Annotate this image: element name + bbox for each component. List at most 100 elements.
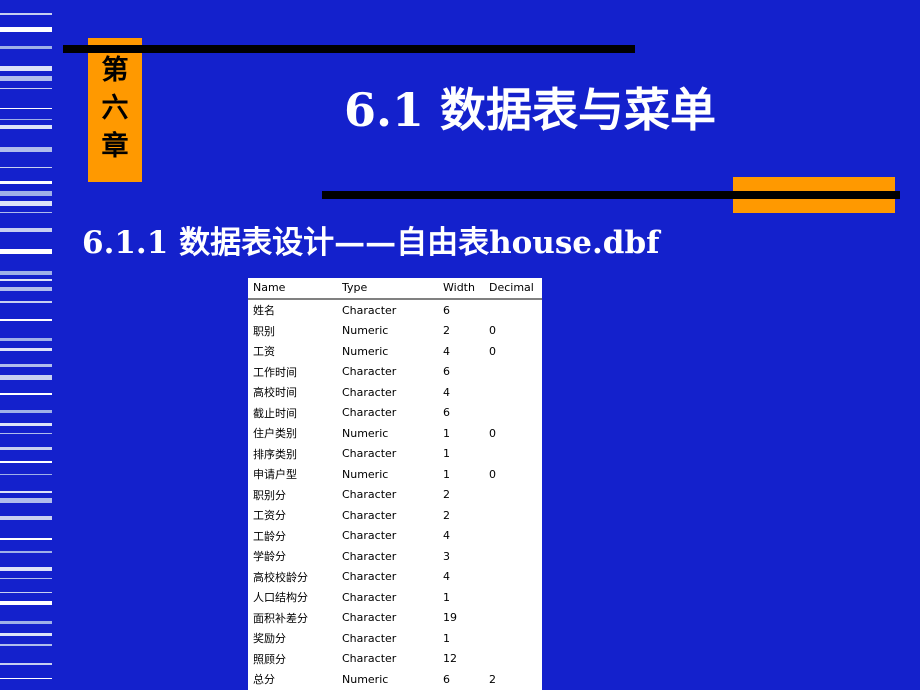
field-width-cell: 6 xyxy=(443,672,450,686)
field-name-cell: 职别 xyxy=(253,324,275,338)
table-body: 姓名 Character 6 职别 Numeric 2 0 工资 Numeric 4 0 工作时间 Ch… xyxy=(248,299,542,690)
field-width-cell: 4 xyxy=(443,344,450,358)
table-row[interactable]: 高校时间 Character 4 xyxy=(248,382,542,403)
stripe-line xyxy=(0,338,56,341)
stripe-line xyxy=(0,474,56,475)
column-header-width: Width xyxy=(443,278,489,300)
field-decimal-cell: 0 xyxy=(489,344,496,358)
table-structure-panel: Name Type Width Decimal 姓名 Character 6 职别 Nu… xyxy=(248,278,542,690)
stripe-line xyxy=(0,621,56,624)
field-decimal-cell xyxy=(489,382,542,403)
field-name-cell: 申请户型 xyxy=(253,468,297,482)
field-name-cell: 照顾分 xyxy=(253,652,286,666)
field-name-cell: 高校校龄分 xyxy=(253,570,308,584)
table-row[interactable]: 申请户型 Numeric 1 0 xyxy=(248,464,542,485)
field-decimal-cell xyxy=(489,505,542,526)
stripe-line xyxy=(0,678,56,679)
field-decimal-cell: 0 xyxy=(489,467,496,481)
field-name-cell: 学龄分 xyxy=(253,550,286,564)
table-row[interactable]: 职别分 Character 2 xyxy=(248,485,542,506)
stripe-line xyxy=(0,410,56,413)
field-width-cell: 3 xyxy=(443,549,450,563)
field-name-cell: 姓名 xyxy=(253,304,275,318)
field-type-cell: Numeric xyxy=(342,426,389,440)
field-type-cell: Character xyxy=(342,385,397,399)
field-decimal-cell: 2 xyxy=(489,672,496,686)
table-row[interactable]: 职别 Numeric 2 0 xyxy=(248,321,542,342)
chapter-badge-char-2: 六 xyxy=(101,93,129,124)
stripe-line xyxy=(0,191,56,196)
stripe-line xyxy=(0,167,56,168)
stripe-line xyxy=(0,125,56,129)
stripe-line xyxy=(0,516,56,520)
table-row[interactable]: 面积补差分 Character 19 xyxy=(248,608,542,629)
field-type-cell: Character xyxy=(342,406,397,420)
table-row[interactable]: 学龄分 Character 3 xyxy=(248,546,542,567)
stripe-line xyxy=(0,491,56,493)
page-title: 6.1 数据表与菜单 xyxy=(343,83,717,137)
field-width-cell: 12 xyxy=(443,652,457,666)
field-width-cell: 2 xyxy=(443,324,450,338)
field-type-cell: Character xyxy=(342,447,397,461)
field-width-cell: 4 xyxy=(443,385,450,399)
column-header-name: Name xyxy=(248,278,342,300)
stripe-line xyxy=(0,228,56,232)
stripe-line xyxy=(0,279,56,281)
field-name-cell: 住户类别 xyxy=(253,427,297,441)
field-decimal-cell xyxy=(489,628,542,649)
stripe-line xyxy=(0,301,56,303)
table-row[interactable]: 高校校龄分 Character 4 xyxy=(248,567,542,588)
table-row[interactable]: 工作时间 Character 6 xyxy=(248,362,542,383)
stripe-line xyxy=(0,13,56,15)
field-type-cell: Character xyxy=(342,549,397,563)
stripe-line xyxy=(0,319,56,321)
table-row[interactable]: 人口结构分 Character 1 xyxy=(248,587,542,608)
field-type-cell: Character xyxy=(342,631,397,645)
stripe-line xyxy=(0,147,56,152)
table-header-row: Name Type Width Decimal xyxy=(248,278,542,300)
field-decimal-cell xyxy=(489,299,542,321)
field-decimal-cell xyxy=(489,403,542,424)
stripe-line xyxy=(0,551,56,553)
field-width-cell: 6 xyxy=(443,303,450,317)
table-row[interactable]: 总分 Numeric 6 2 xyxy=(248,669,542,690)
field-type-cell: Character xyxy=(342,303,397,317)
field-width-cell: 4 xyxy=(443,570,450,584)
field-width-cell: 1 xyxy=(443,447,450,461)
stripe-line xyxy=(0,27,56,32)
field-decimal-cell xyxy=(489,649,542,670)
stripe-line xyxy=(0,364,56,367)
field-decimal-cell xyxy=(489,567,542,588)
field-decimal-cell xyxy=(489,546,542,567)
field-width-cell: 19 xyxy=(443,611,457,625)
field-decimal-cell xyxy=(489,608,542,629)
stripe-line xyxy=(0,348,56,351)
stripe-band-edge xyxy=(52,0,56,690)
stripe-line xyxy=(0,601,56,605)
table-row[interactable]: 照顾分 Character 12 xyxy=(248,649,542,670)
table-row[interactable]: 工资分 Character 2 xyxy=(248,505,542,526)
table-row[interactable]: 工龄分 Character 4 xyxy=(248,526,542,547)
stripe-line xyxy=(0,498,56,503)
field-type-cell: Numeric xyxy=(342,344,389,358)
field-type-cell: Numeric xyxy=(342,324,389,338)
column-header-type: Type xyxy=(342,278,443,300)
column-header-decimal: Decimal xyxy=(489,278,542,300)
stripe-line xyxy=(0,663,56,665)
table-row[interactable]: 截止时间 Character 6 xyxy=(248,403,542,424)
table-row[interactable]: 排序类别 Character 1 xyxy=(248,444,542,465)
field-name-cell: 奖励分 xyxy=(253,632,286,646)
table-row[interactable]: 住户类别 Numeric 1 0 xyxy=(248,423,542,444)
stripe-line xyxy=(0,375,56,380)
table-row[interactable]: 工资 Numeric 4 0 xyxy=(248,341,542,362)
field-name-cell: 面积补差分 xyxy=(253,611,308,625)
table-row[interactable]: 奖励分 Character 1 xyxy=(248,628,542,649)
stripe-line xyxy=(0,644,56,646)
table-row[interactable]: 姓名 Character 6 xyxy=(248,299,542,321)
chapter-badge-char-3: 章 xyxy=(101,131,129,162)
field-name-cell: 工资分 xyxy=(253,509,286,523)
field-width-cell: 1 xyxy=(443,590,450,604)
field-type-cell: Character xyxy=(342,488,397,502)
stripe-line xyxy=(0,88,56,89)
field-decimal-cell xyxy=(489,526,542,547)
